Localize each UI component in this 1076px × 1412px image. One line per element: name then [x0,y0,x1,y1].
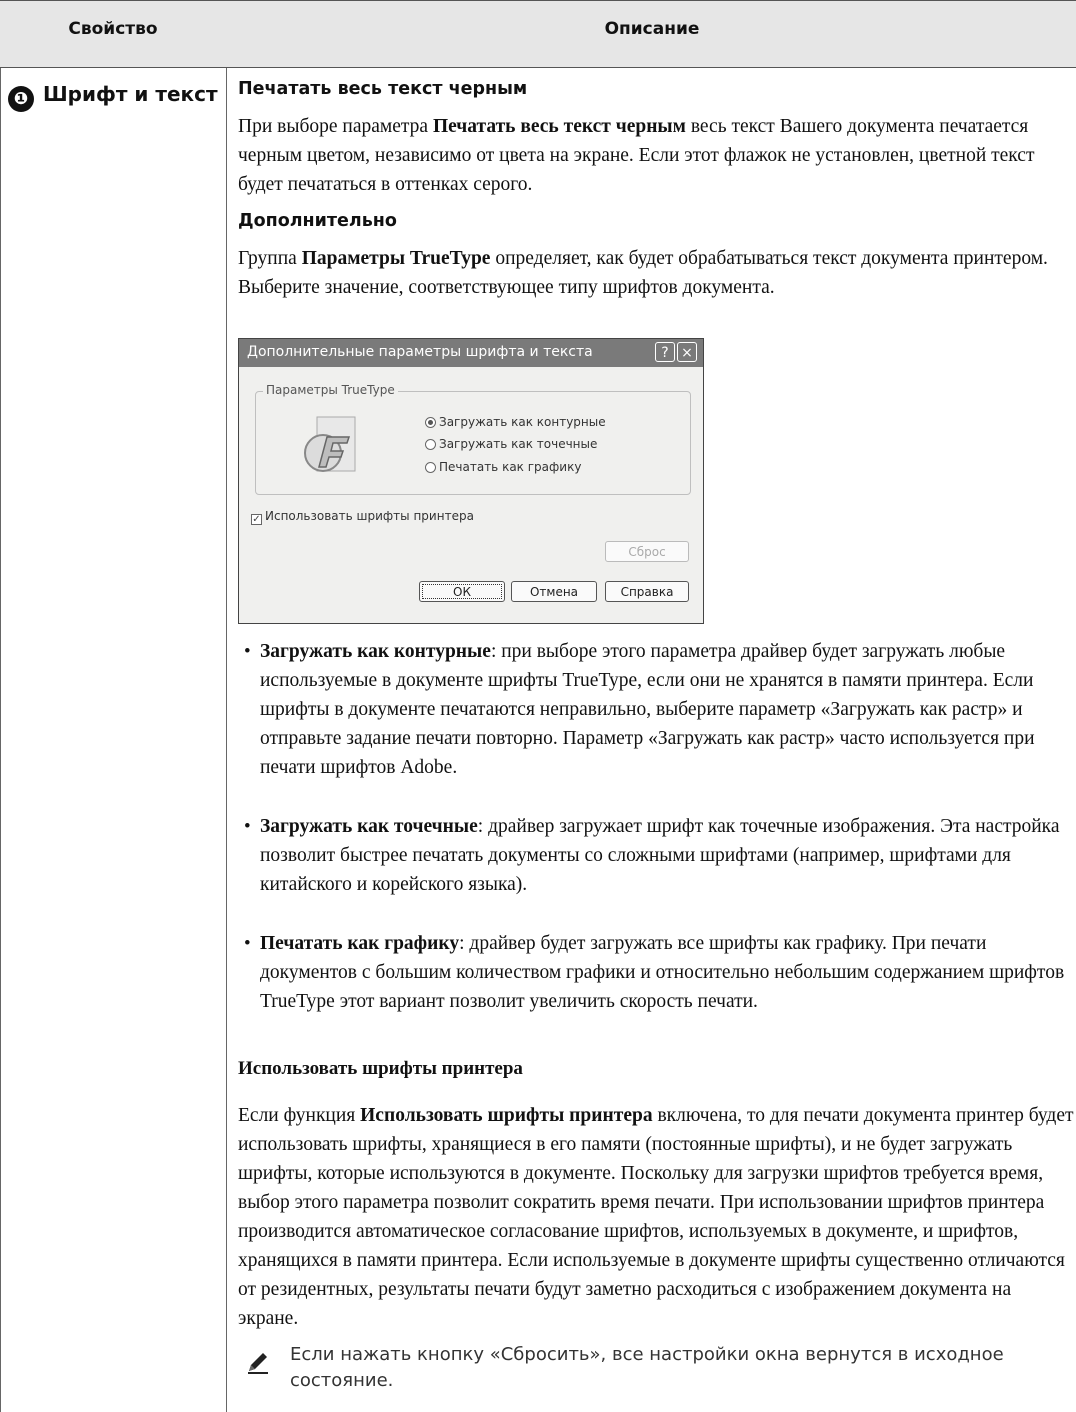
paragraph-advanced: Группа Параметры TrueType определяет, ка… [238,248,1048,298]
term-printer-fonts: Использовать шрифты принтера [360,1105,653,1126]
checkmark-icon[interactable]: ✓ [251,514,262,525]
radio-button-selected[interactable] [425,417,436,428]
reset-button[interactable]: Сброс [605,541,689,562]
dialog-titlebar: Дополнительные параметры шрифта и текста… [239,339,703,367]
note-text: Если нажать кнопку «Сбросить», все настр… [290,1344,1004,1391]
font-file-icon [304,416,356,472]
property-number-badge: ❶ [8,86,34,112]
use-printer-fonts-checkbox[interactable]: ✓ Использовать шрифты принтера [251,509,474,525]
header-description: Описание [604,19,700,39]
ok-button[interactable]: ОК [419,581,505,602]
term-print-black: Печатать весь текст черным [432,116,686,137]
truetype-group-label: Параметры TrueType [263,383,398,397]
heading-printer-fonts: Использовать шрифты принтера [238,1058,523,1079]
close-icon[interactable]: × [677,342,697,362]
radio-graphics[interactable]: Печатать как графику [425,460,581,474]
help-icon[interactable]: ? [655,342,675,362]
property-title: Шрифт и текст [42,82,218,106]
radio-bitmap[interactable]: Загружать как точечные [425,437,597,451]
dialog-title: Дополнительные параметры шрифта и текста [247,344,593,360]
bullet-graphics: • Печатать как графику: драйвер будет за… [244,933,1065,1012]
property-cell: ❶ Шрифт и текст [8,80,218,112]
paragraph-print-black: При выборе параметра Печатать весь текст… [238,116,1035,195]
radio-outline[interactable]: Загружать как контурные [425,415,606,429]
cancel-button[interactable]: Отмена [511,581,597,602]
property-table: Свойство Описание ❶ Шрифт и текст Печата… [0,0,1076,1412]
heading-print-black: Печатать весь текст черным [238,79,528,99]
header-property: Свойство [68,19,158,39]
help-button[interactable]: Справка [605,581,689,602]
font-options-dialog: Дополнительные параметры шрифта и текста… [238,338,704,624]
pencil-note-icon [246,1350,270,1374]
bullet-bitmap: • Загружать как точечные: драйвер загруж… [244,816,1060,895]
heading-advanced: Дополнительно [238,211,397,231]
bullet-outline: • Загружать как контурные: при выборе эт… [244,641,1035,778]
column-divider [226,0,227,1412]
paragraph-printer-fonts: Если функция Использовать шрифты принтер… [238,1105,1074,1329]
radio-button[interactable] [425,439,436,450]
radio-button[interactable] [425,462,436,473]
table-left-border [0,0,1,1412]
term-truetype-params: Параметры TrueType [301,248,491,269]
table-header: Свойство Описание [0,0,1076,68]
